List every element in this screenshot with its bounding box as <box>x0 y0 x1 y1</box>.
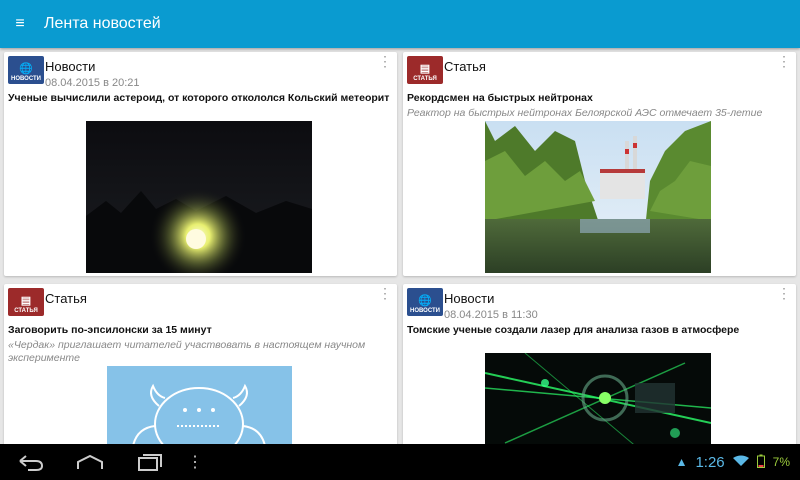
home-icon[interactable] <box>60 444 120 480</box>
article-icon: ▤ <box>419 63 431 75</box>
menu-icon[interactable]: ≡ <box>0 0 40 48</box>
creature-illustration <box>107 366 292 444</box>
more-vert-icon[interactable]: ⋮ <box>776 54 792 78</box>
badge-label: СТАТЬЯ <box>14 308 38 314</box>
card-headline: Ученые вычислили астероид, от которого о… <box>8 92 390 104</box>
more-vert-icon[interactable]: ⋮ <box>377 286 393 310</box>
news-badge: 🌐 НОВОСТИ <box>8 56 44 84</box>
notification-icon: ▲ <box>675 455 688 469</box>
badge-label: СТАТЬЯ <box>413 76 437 82</box>
feed-card-laser[interactable]: 🌐 НОВОСТИ Новости 08.04.2015 в 11:30 ⋮ Т… <box>403 284 796 444</box>
reactor-photo <box>485 121 711 273</box>
wifi-icon <box>732 455 749 470</box>
more-vert-icon[interactable]: ⋮ <box>377 54 393 78</box>
card-subtitle: Реактор на быстрых нейтронах Белоярской … <box>407 107 763 119</box>
laser-photo <box>485 353 711 444</box>
feed-card-epsilon[interactable]: ▤ СТАТЬЯ Статья ⋮ Заговорить по-эпсилонс… <box>4 284 397 444</box>
card-type-label: Статья <box>444 59 486 74</box>
app-title: Лента новостей <box>44 15 161 32</box>
card-headline: Заговорить по-эпсилонски за 15 минут <box>8 324 212 336</box>
card-headline: Томские ученые создали лазер для анализа… <box>407 324 740 336</box>
card-type-label: Новости <box>45 59 96 74</box>
card-date: 08.04.2015 в 20:21 <box>45 77 140 89</box>
globe-icon: 🌐 <box>19 63 33 75</box>
feed-card-reactor[interactable]: ▤ СТАТЬЯ Статья ⋮ Рекордсмен на быстрых … <box>403 52 796 276</box>
status-area: ▲ 1:26 7% <box>676 444 790 480</box>
news-badge: 🌐 НОВОСТИ <box>407 288 443 316</box>
back-icon[interactable] <box>0 444 60 480</box>
news-feed[interactable]: 🌐 НОВОСТИ Новости 08.04.2015 в 20:21 ⋮ У… <box>0 48 800 444</box>
clock: 1:26 <box>695 453 725 471</box>
system-nav-bar: ⋮ ▲ 1:26 7% <box>0 444 800 480</box>
card-headline: Рекордсмен на быстрых нейтронах <box>407 92 593 104</box>
meteor-photo <box>86 121 312 273</box>
card-date: 08.04.2015 в 11:30 <box>444 309 538 321</box>
card-subtitle: «Чердак» приглашает читателей участвоват… <box>8 339 366 364</box>
article-badge: ▤ СТАТЬЯ <box>8 288 44 316</box>
more-vert-icon[interactable]: ⋮ <box>776 286 792 310</box>
badge-label: НОВОСТИ <box>409 308 440 314</box>
battery-icon <box>756 454 765 471</box>
feed-card-meteor[interactable]: 🌐 НОВОСТИ Новости 08.04.2015 в 20:21 ⋮ У… <box>4 52 397 276</box>
card-type-label: Статья <box>45 291 87 306</box>
battery-level: 7% <box>772 455 790 469</box>
card-type-label: Новости <box>444 291 495 306</box>
badge-label: НОВОСТИ <box>10 76 41 82</box>
menu-dots-icon[interactable]: ⋮ <box>180 444 210 480</box>
app-bar: ≡ Лента новостей <box>0 0 800 48</box>
recents-icon[interactable] <box>120 444 180 480</box>
globe-icon: 🌐 <box>418 295 432 307</box>
article-badge: ▤ СТАТЬЯ <box>407 56 443 84</box>
article-icon: ▤ <box>20 295 32 307</box>
